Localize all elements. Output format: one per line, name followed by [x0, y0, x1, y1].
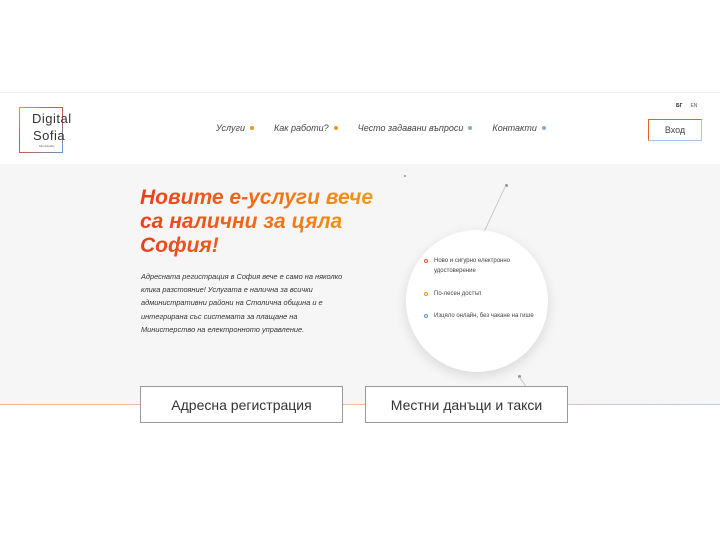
bullet-icon — [424, 259, 428, 263]
nav-item-label: Как работи? — [273, 123, 329, 133]
decor-dot — [404, 175, 406, 177]
address-registration-button[interactable]: Адресна регистрация — [140, 386, 343, 423]
hero-title: Новите е-услуги вече са налични за цяла … — [140, 186, 380, 258]
feature-text: По-лесен достъп — [434, 291, 482, 297]
nav-item-label: Контакти — [492, 123, 537, 133]
digital-sofia-logo[interactable]: Digital Sofia Municipality — [19, 107, 83, 153]
feature-item: По-лесен достъп — [424, 289, 544, 299]
nav-dot-icon — [333, 126, 338, 130]
features-circle — [406, 230, 548, 372]
lang-en-link[interactable]: EN — [690, 103, 697, 109]
feature-text: Изцяло онлайн, без чакане на гише — [434, 313, 534, 319]
nav-dot-icon — [468, 126, 473, 130]
feature-item: Ново и сигурно електронно удостоверение — [424, 256, 544, 276]
nav-item-label: Услуги — [216, 123, 245, 133]
nav-item-contacts[interactable]: Контакти — [492, 123, 546, 133]
nav-item-faq[interactable]: Често задавани въпроси — [358, 123, 473, 133]
logo-text-line2: Sofia — [33, 128, 66, 143]
feature-text: Ново и сигурно електронно удостоверение — [434, 258, 510, 274]
feature-item: Изцяло онлайн, без чакане на гише — [424, 311, 544, 321]
site-header: Digital Sofia Municipality Услуги Как ра… — [0, 92, 720, 164]
language-switcher: БГ EN — [676, 103, 697, 109]
logo-text-line1: Digital — [32, 111, 72, 126]
nav-dot-icon — [541, 126, 546, 130]
nav-item-how-it-works[interactable]: Как работи? — [274, 123, 338, 133]
login-button[interactable]: Вход — [648, 119, 702, 141]
main-nav: Услуги Как работи? Често задавани въпрос… — [216, 123, 566, 133]
nav-item-label: Често задавани въпроси — [357, 123, 464, 133]
bullet-icon — [424, 314, 428, 318]
local-taxes-button[interactable]: Местни данъци и такси — [365, 386, 568, 423]
nav-item-services[interactable]: Услуги — [216, 123, 254, 133]
page: Digital Sofia Municipality Услуги Как ра… — [0, 0, 720, 540]
bullet-icon — [424, 292, 428, 296]
nav-dot-icon — [249, 126, 254, 130]
hero-divider — [0, 404, 720, 405]
lang-bg-link[interactable]: БГ — [676, 103, 682, 109]
hero-description: Адресната регистрация в София вече е сам… — [141, 272, 343, 334]
logo-tagline: Municipality — [39, 144, 55, 148]
